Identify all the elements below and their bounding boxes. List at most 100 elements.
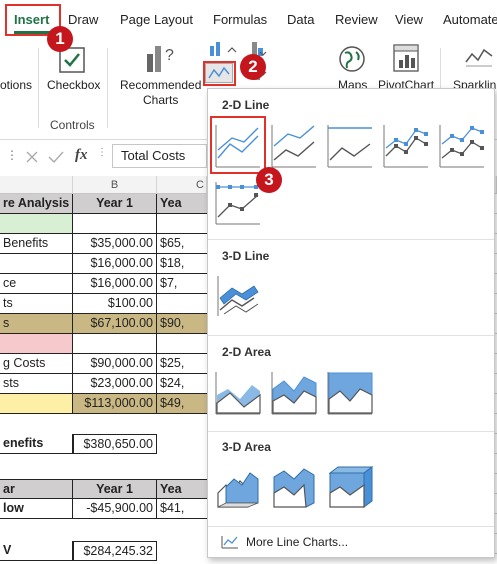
cell-a-row-7[interactable] [0,334,73,354]
recommended-charts-label-1: Recommended [120,78,202,92]
stacked-line-thumb[interactable] [270,122,318,170]
cell-b-row-10[interactable]: $113,000.00 [73,394,157,414]
cell-a-row-9[interactable]: sts [0,374,73,394]
cell-a-row-3[interactable] [0,254,73,274]
group-divider [107,48,108,128]
more-charts-icon [221,536,238,549]
cell-c-row-0[interactable]: Yea [157,194,207,214]
line-chart-gallery-popup: 2-D Line 3-D Line 2-D Area 3-D Area More… [207,88,495,558]
section-2d-area: 2-D Area [222,345,271,359]
maps-globe-icon[interactable] [337,44,367,74]
tab-automate[interactable]: Automate [443,12,497,27]
cell-a-row-6[interactable]: s [0,314,73,334]
svg-text:?: ? [165,47,174,64]
sparkline-icon[interactable] [464,44,494,70]
step-badge-1: 1 [47,26,73,52]
cell-a-row-2[interactable]: Benefits [0,234,73,254]
cell-c-row-4[interactable]: $7, [157,274,207,294]
recommended-charts-label-2: Charts [143,93,179,107]
cell-c-row-1[interactable] [157,214,207,234]
highlight-line-chart-button [203,61,236,86]
section-separator [208,526,494,527]
cell-c-row-7[interactable] [157,334,207,354]
3d-line-thumb[interactable] [214,272,262,320]
step-badge-2: 2 [240,54,266,80]
tab-page-layout[interactable]: Page Layout [120,12,193,27]
section-separator [208,335,494,336]
tab-review[interactable]: Review [335,12,378,27]
cashflow-label[interactable]: low [0,499,73,519]
group-divider [38,48,39,128]
stacked-area-thumb[interactable] [270,369,318,417]
cell-a-row-4[interactable]: ce [0,274,73,294]
cell-c-row-10[interactable]: $49, [157,394,207,414]
cell-a-row-8[interactable]: g Costs [0,354,73,374]
column-header-c[interactable]: C [157,176,207,194]
formula-input[interactable]: Total Costs [112,144,207,168]
cell-b-row-5[interactable]: $100.00 [73,294,157,314]
area-chart-thumb[interactable] [214,369,262,417]
more-options-icon[interactable]: ⋮ [6,148,18,162]
cell-b-row-4[interactable]: $16,000.00 [73,274,157,294]
cell-a-row-0[interactable]: re Analysis [0,194,73,214]
highlight-line-thumb [210,116,266,174]
recommended-charts-icon[interactable]: ? [144,42,178,74]
line-with-markers-thumb[interactable] [382,122,430,170]
cancel-icon[interactable] [24,149,40,165]
cashflow-year-label[interactable]: ar [0,479,73,499]
cell-c-row-3[interactable]: $18, [157,254,207,274]
cell-b-row-3[interactable]: $16,000.00 [73,254,157,274]
cell-b-row-7[interactable] [73,334,157,354]
column-header-a[interactable] [0,176,73,194]
cashflow-year1-value[interactable]: -$45,900.00 [73,499,157,519]
section-separator [208,239,494,240]
more-line-charts-link[interactable]: More Line Charts... [246,535,348,549]
cell-a-row-5[interactable]: ts [0,294,73,314]
section-3d-line: 3-D Line [222,249,270,263]
stacked-line-with-markers-thumb[interactable] [438,122,486,170]
3d-stacked-area-thumb[interactable] [270,463,318,511]
cell-c-row-6[interactable]: $90, [157,314,207,334]
pivotchart-icon[interactable] [391,42,421,74]
100-stacked-area-thumb[interactable] [326,369,374,417]
formula-expand-icon[interactable]: ⋮ [97,147,107,158]
cell-b-row-0[interactable]: Year 1 [73,194,157,214]
column-header-b[interactable]: B [73,176,157,194]
section-3d-area: 3-D Area [222,440,271,454]
net-benefits-label[interactable]: enefits [0,434,73,454]
controls-group-label: Controls [50,118,95,132]
100-stacked-line-thumb[interactable] [326,122,374,170]
section-2d-line: 2-D Line [222,98,270,112]
cell-c-row-5[interactable] [157,294,207,314]
100-stacked-line-with-markers-thumb[interactable] [214,179,262,227]
cell-c-row-9[interactable]: $24, [157,374,207,394]
cell-b-row-9[interactable]: $23,000.00 [73,374,157,394]
tab-view[interactable]: View [395,12,423,27]
cashflow-year2-header[interactable]: Yea [157,479,207,499]
cell-b-row-8[interactable]: $90,000.00 [73,354,157,374]
enter-check-icon[interactable] [47,149,65,165]
tab-data[interactable]: Data [287,12,314,27]
section-separator [208,431,494,432]
ribbon-tab-bar: Insert Draw Page Layout Formulas Data Re… [0,0,497,38]
illustrations-label[interactable]: otions [0,78,32,92]
cell-b-row-1[interactable] [73,214,157,234]
cashflow-year2-value[interactable]: $41, [157,499,207,519]
cell-a-row-1[interactable] [0,214,73,234]
checkbox-button[interactable]: Checkbox [47,78,100,92]
cell-a-row-10[interactable] [0,394,73,414]
npv-label[interactable]: V [0,541,73,561]
cell-c-row-8[interactable]: $25, [157,354,207,374]
cell-c-row-2[interactable]: $65, [157,234,207,254]
tab-draw[interactable]: Draw [68,12,98,27]
3d-100-stacked-area-thumb[interactable] [326,463,374,511]
cashflow-year1-header[interactable]: Year 1 [73,479,157,499]
insert-function-icon[interactable]: fx [75,147,88,164]
cell-b-row-2[interactable]: $35,000.00 [73,234,157,254]
3d-area-thumb[interactable] [214,463,262,511]
npv-value[interactable]: $284,245.32 [73,541,157,561]
net-benefits-value[interactable]: $380,650.00 [73,434,157,454]
cell-b-row-6[interactable]: $67,100.00 [73,314,157,334]
tab-formulas[interactable]: Formulas [213,12,267,27]
recommended-charts-button[interactable]: Recommended Charts [120,78,201,108]
